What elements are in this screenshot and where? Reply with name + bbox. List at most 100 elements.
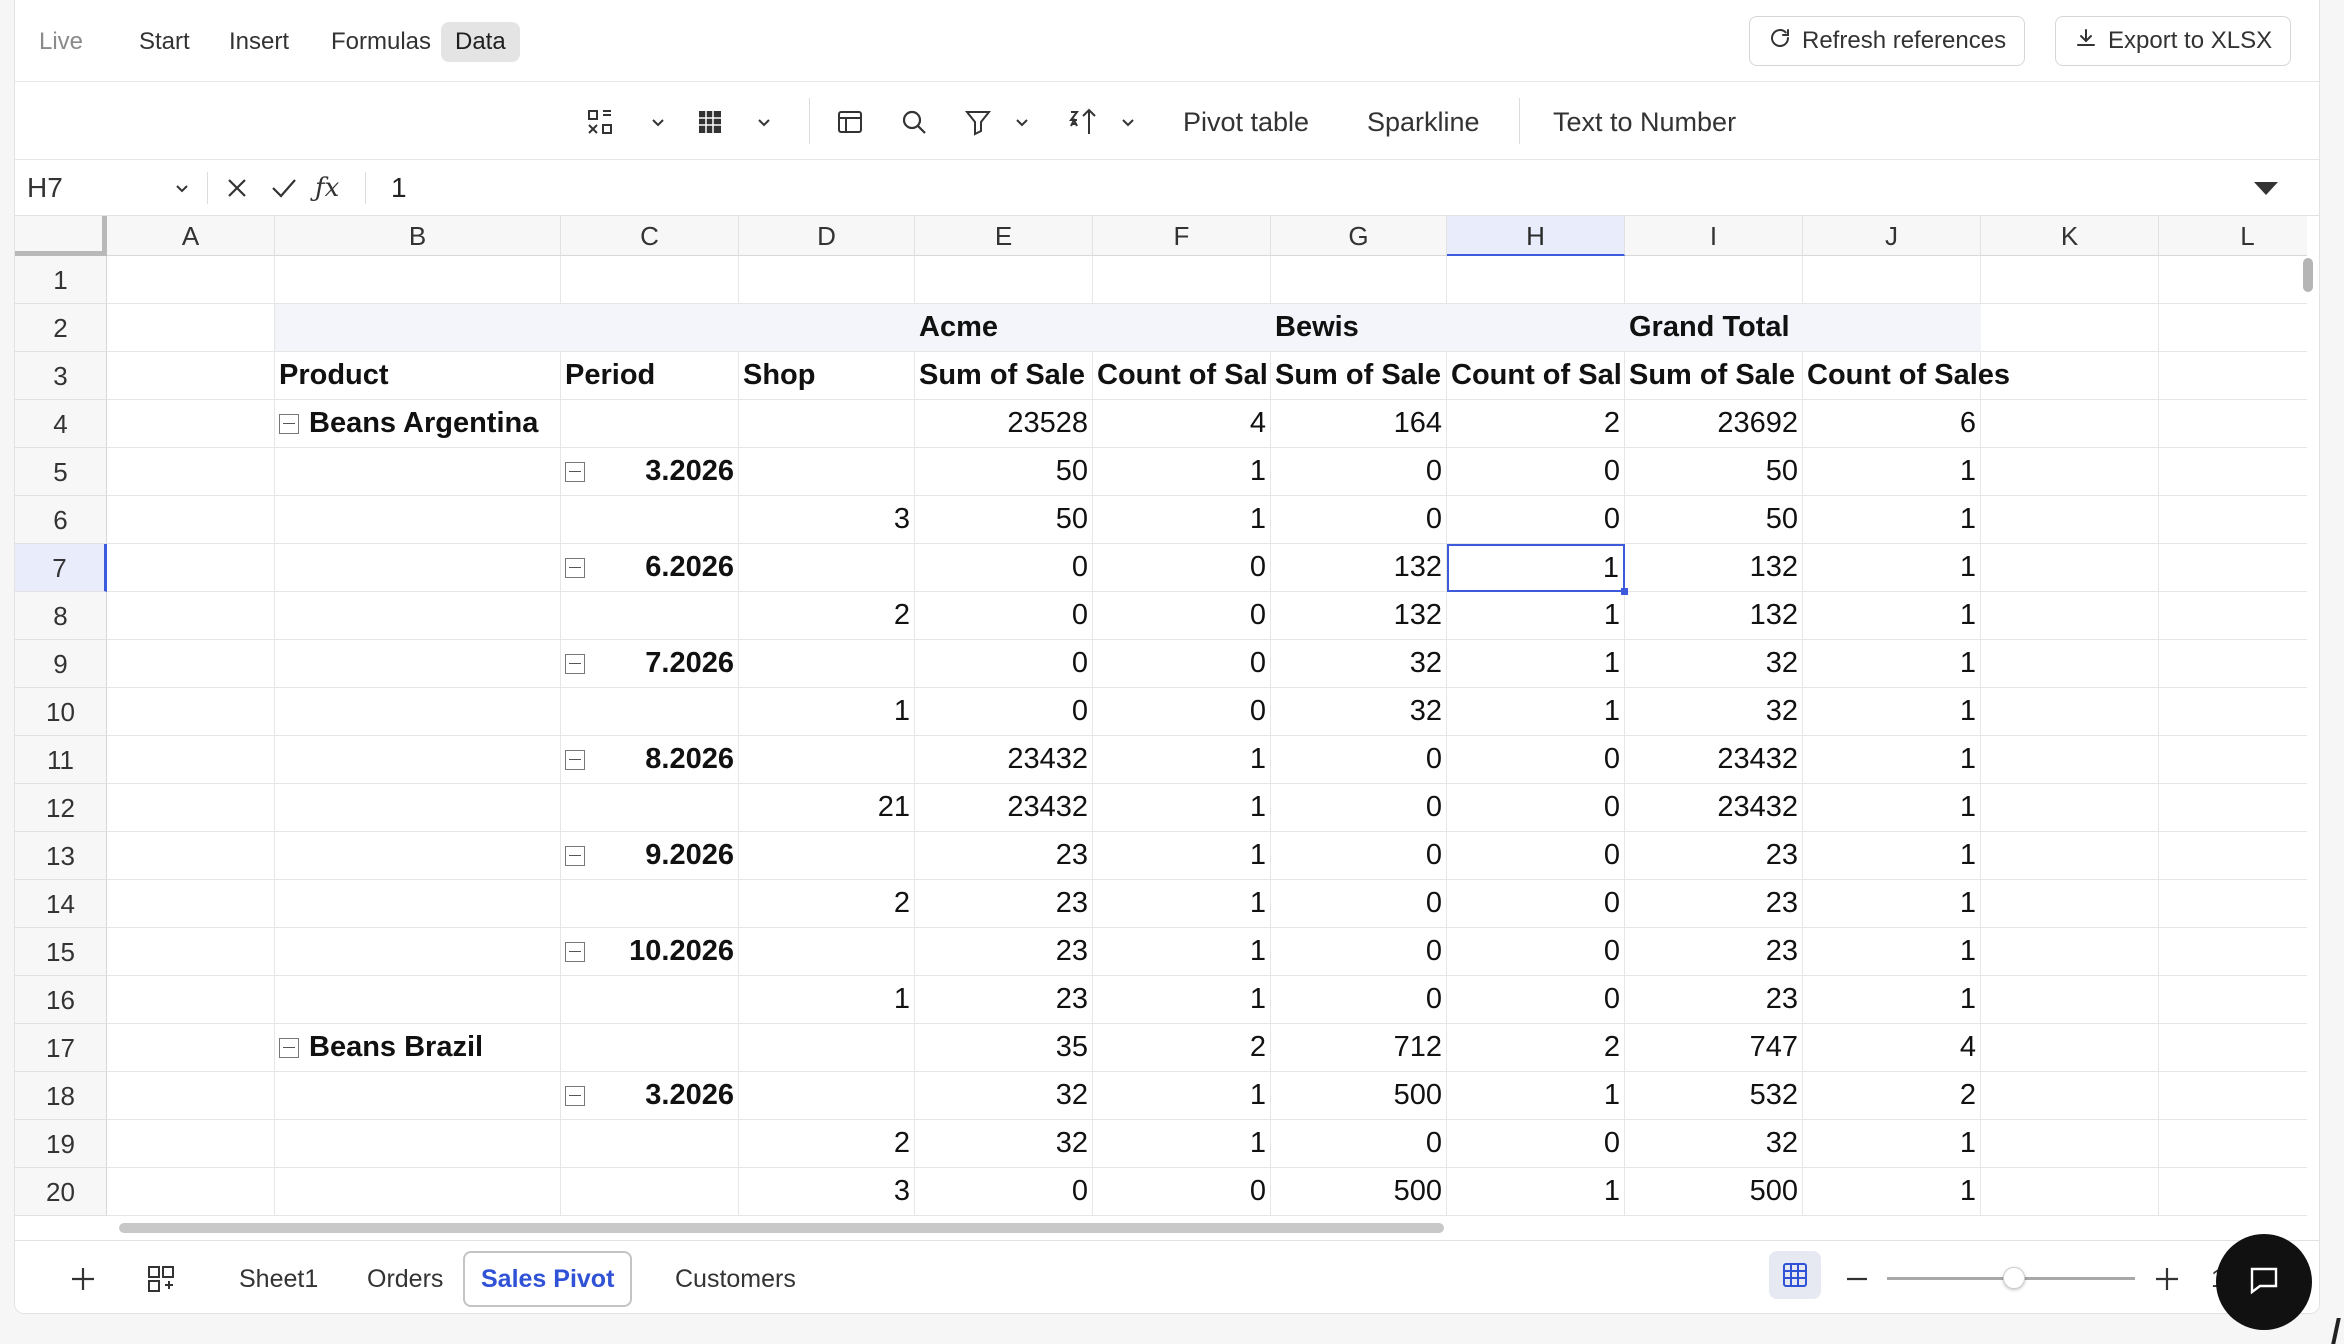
pivot-value-cell[interactable]: 1	[1803, 1120, 1981, 1168]
grid-cell[interactable]	[2159, 736, 2307, 784]
pivot-shop-cell[interactable]: 2	[739, 1120, 915, 1168]
pivot-value-cell[interactable]: 23692	[1625, 400, 1803, 448]
pivot-value-cell[interactable]: 1	[1447, 1072, 1625, 1120]
collapse-toggle-icon[interactable]	[565, 749, 585, 770]
column-header[interactable]: J	[1803, 216, 1981, 256]
pivot-value-cell[interactable]: 50	[915, 448, 1093, 496]
pivot-value-cell[interactable]: 1	[1803, 688, 1981, 736]
pivot-value-cell[interactable]: 0	[1093, 640, 1271, 688]
grid-cell[interactable]	[275, 544, 561, 592]
pivot-header-band[interactable]	[275, 304, 561, 352]
pivot-value-cell[interactable]: 1	[1803, 832, 1981, 880]
pivot-value-cell[interactable]: 1	[1093, 1072, 1271, 1120]
grid-cell[interactable]	[1981, 640, 2159, 688]
pivot-shop-cell[interactable]: 2	[739, 592, 915, 640]
row-header[interactable]: 7	[15, 544, 107, 592]
pivot-value-cell[interactable]: 23432	[1625, 784, 1803, 832]
tab-sales-pivot[interactable]: Sales Pivot	[463, 1251, 633, 1307]
pivot-column-header[interactable]: Period	[561, 352, 739, 400]
pivot-column-header[interactable]: Count of Sal	[1447, 352, 1625, 400]
pivot-value-cell[interactable]: 1	[1093, 736, 1271, 784]
grid-cell[interactable]	[107, 784, 275, 832]
pivot-value-cell[interactable]: 1	[1803, 928, 1981, 976]
pivot-value-cell[interactable]: 0	[1447, 736, 1625, 784]
grid-cell[interactable]	[739, 736, 915, 784]
pivot-shop-cell[interactable]: 3	[739, 1168, 915, 1216]
grid-cell[interactable]	[1981, 496, 2159, 544]
grid-cell[interactable]	[2159, 688, 2307, 736]
grid-cell[interactable]	[561, 1120, 739, 1168]
pivot-value-cell[interactable]: 712	[1271, 1024, 1447, 1072]
pivot-value-cell[interactable]: 4	[1093, 400, 1271, 448]
pivot-value-cell[interactable]: 6	[1803, 400, 1981, 448]
grid-cell[interactable]	[1271, 256, 1447, 304]
expand-formula-icon[interactable]	[2251, 170, 2281, 206]
pivot-shop-cell[interactable]: 3	[739, 496, 915, 544]
tab-sheet1[interactable]: Sheet1	[223, 1251, 334, 1307]
grid-cell[interactable]	[275, 736, 561, 784]
pivot-value-cell[interactable]: 0	[1093, 688, 1271, 736]
collapse-toggle-icon[interactable]	[565, 941, 585, 962]
text-to-number-button[interactable]: Text to Number	[1553, 102, 1736, 142]
pivot-value-cell[interactable]: 0	[1447, 448, 1625, 496]
pivot-value-cell[interactable]: 50	[915, 496, 1093, 544]
pivot-value-cell[interactable]: 0	[1271, 448, 1447, 496]
pivot-value-cell[interactable]: 0	[1447, 880, 1625, 928]
grid-cell[interactable]	[1981, 256, 2159, 304]
grid-cell[interactable]	[107, 880, 275, 928]
pivot-value-cell[interactable]: 1	[1447, 640, 1625, 688]
grid-cell[interactable]	[739, 1072, 915, 1120]
pivot-value-cell[interactable]: 1	[1803, 1168, 1981, 1216]
refresh-references-button[interactable]: Refresh references	[1749, 16, 2026, 66]
pivot-column-header[interactable]: Product	[275, 352, 561, 400]
grid-cell[interactable]	[107, 256, 275, 304]
collapse-toggle-icon[interactable]	[279, 1037, 299, 1058]
sparkline-button[interactable]: Sparkline	[1367, 102, 1480, 142]
menu-insert[interactable]: Insert	[215, 22, 303, 62]
pivot-value-cell[interactable]: 1	[1803, 448, 1981, 496]
grid-cell[interactable]	[2159, 448, 2307, 496]
grid-cell[interactable]	[739, 1024, 915, 1072]
grid-cell[interactable]	[739, 400, 915, 448]
pivot-column-header[interactable]: Count of Sal	[1093, 352, 1271, 400]
row-header[interactable]: 13	[15, 832, 107, 880]
pivot-value-cell[interactable]: 4	[1803, 1024, 1981, 1072]
chat-button[interactable]	[2216, 1234, 2312, 1330]
pivot-value-cell[interactable]: 0	[915, 592, 1093, 640]
row-header[interactable]: 10	[15, 688, 107, 736]
grid-cell[interactable]	[1981, 448, 2159, 496]
grid-cell[interactable]	[739, 256, 915, 304]
pivot-period-cell[interactable]: 8.2026	[561, 736, 739, 784]
pivot-value-cell[interactable]: 32	[915, 1120, 1093, 1168]
pivot-value-cell[interactable]: 23432	[915, 736, 1093, 784]
grid-cell[interactable]	[2159, 256, 2307, 304]
pivot-table-button[interactable]: Pivot table	[1183, 102, 1309, 142]
fill-handle[interactable]	[1621, 588, 1628, 595]
row-header[interactable]: 17	[15, 1024, 107, 1072]
grid-cell[interactable]	[275, 688, 561, 736]
pivot-value-cell[interactable]: 1	[1093, 496, 1271, 544]
sheet-list-icon[interactable]	[141, 1259, 181, 1299]
grid-cell[interactable]	[739, 832, 915, 880]
pivot-value-cell[interactable]: 50	[1625, 496, 1803, 544]
pivot-header-band[interactable]	[739, 304, 915, 352]
pivot-value-cell[interactable]: 532	[1625, 1072, 1803, 1120]
grid-cell[interactable]	[561, 592, 739, 640]
grid-cell[interactable]	[275, 1120, 561, 1168]
grid-cell[interactable]	[1981, 1168, 2159, 1216]
row-header[interactable]: 2	[15, 304, 107, 352]
chevron-down-icon[interactable]	[1013, 102, 1031, 142]
grid-cell[interactable]	[561, 976, 739, 1024]
grid-cell[interactable]	[107, 928, 275, 976]
column-header[interactable]: I	[1625, 216, 1803, 256]
grid-cell[interactable]	[1625, 256, 1803, 304]
grid-cell[interactable]	[1981, 928, 2159, 976]
pivot-value-cell[interactable]: 1	[1093, 880, 1271, 928]
zoom-in-icon[interactable]	[2147, 1259, 2187, 1299]
pivot-value-cell[interactable]: 32	[1625, 1120, 1803, 1168]
pivot-group-header[interactable]: Bewis	[1271, 304, 1447, 352]
grid-cell[interactable]	[107, 1072, 275, 1120]
grid-cell[interactable]	[2159, 1024, 2307, 1072]
pivot-value-cell[interactable]: 2	[1447, 1024, 1625, 1072]
pivot-value-cell[interactable]: 0	[1093, 544, 1271, 592]
